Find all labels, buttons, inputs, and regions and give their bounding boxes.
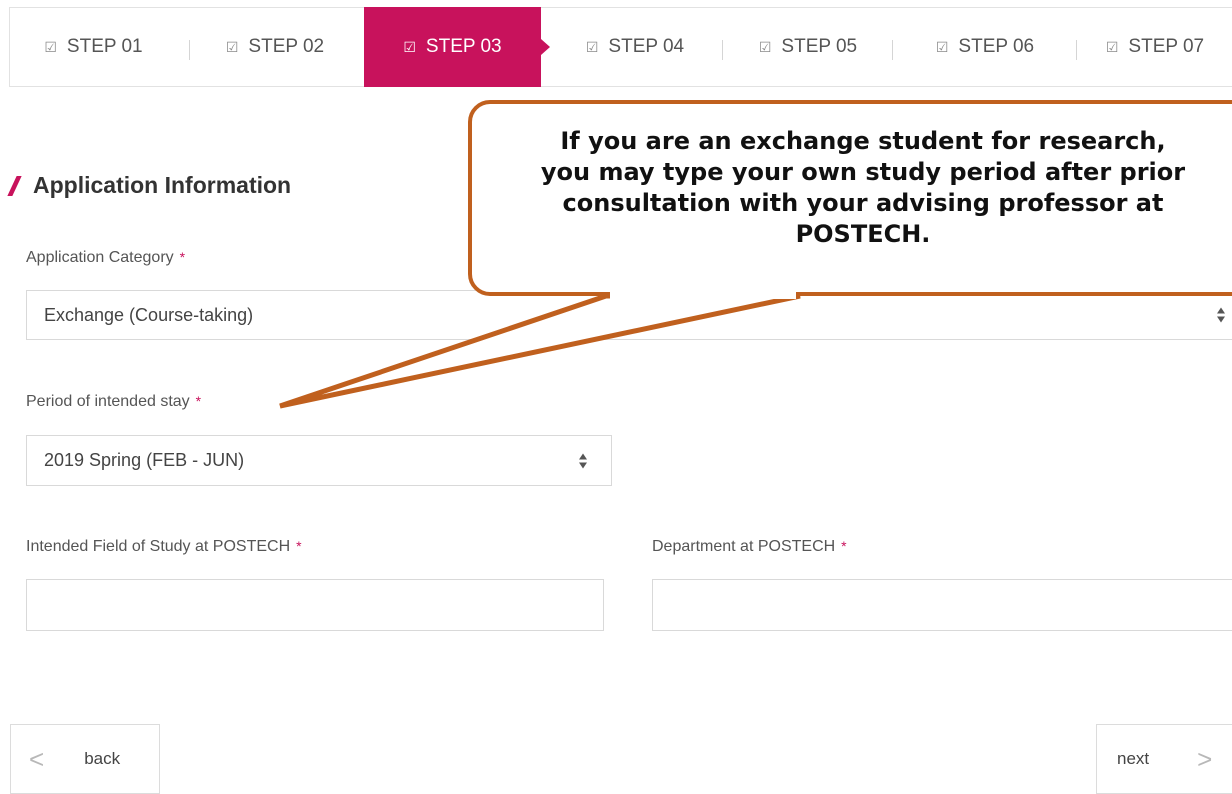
period-select[interactable]: 2019 Spring (FEB - JUN) <box>26 435 612 486</box>
section-title-text: Application Information <box>33 172 292 198</box>
department-input[interactable] <box>652 579 1232 631</box>
required-mark: * <box>841 538 847 554</box>
chevron-left-icon: < <box>29 743 45 774</box>
step-label: STEP 07 <box>1128 36 1205 57</box>
back-label: back <box>84 749 121 768</box>
check-icon: ☑ <box>585 38 599 55</box>
step-02[interactable]: ☑ STEP 02 <box>200 8 350 86</box>
steps-bar: ☑ STEP 01 ☑ STEP 02 ☑ STEP 03 ☑ STEP 04 … <box>9 7 1232 87</box>
next-label: next <box>1117 749 1150 768</box>
category-select[interactable]: Exchange (Course-taking) <box>26 290 1232 340</box>
field-of-study-label-text: Intended Field of Study at POSTECH <box>26 538 291 555</box>
step-divider <box>892 40 893 60</box>
step-01[interactable]: ☑ STEP 01 <box>10 8 177 86</box>
period-label-text: Period of intended stay <box>26 393 190 410</box>
step-05[interactable]: ☑ STEP 05 <box>728 8 888 86</box>
period-label: Period of intended stay * <box>26 393 201 411</box>
required-mark: * <box>179 249 186 265</box>
category-value: Exchange (Course-taking) <box>44 304 254 325</box>
step-divider <box>1076 40 1077 60</box>
step-label: STEP 04 <box>608 36 685 57</box>
field-of-study-input[interactable] <box>26 579 604 631</box>
step-label: STEP 01 <box>66 36 143 57</box>
department-label: Department at POSTECH * <box>652 538 847 556</box>
category-label: Application Category * <box>26 249 185 267</box>
check-icon: ☑ <box>1105 38 1119 55</box>
department-label-text: Department at POSTECH <box>652 538 836 555</box>
check-icon: ☑ <box>44 38 57 55</box>
back-button[interactable]: < back <box>10 724 160 794</box>
step-divider <box>189 40 190 60</box>
required-mark: * <box>195 393 202 409</box>
period-value: 2019 Spring (FEB - JUN) <box>44 450 245 470</box>
step-label: STEP 02 <box>248 36 325 57</box>
step-label: STEP 03 <box>425 36 502 57</box>
category-label-text: Application Category <box>26 249 174 266</box>
step-divider <box>722 40 723 60</box>
callout-text: If you are an exchange student for resea… <box>540 127 1186 248</box>
step-label: STEP 06 <box>958 36 1035 57</box>
chevron-right-icon: > <box>1197 743 1213 774</box>
select-arrows-icon <box>579 453 587 468</box>
check-icon: ☑ <box>225 38 239 55</box>
step-03[interactable]: ☑ STEP 03 <box>364 7 550 87</box>
next-button[interactable]: next > <box>1096 724 1232 794</box>
step-06[interactable]: ☑ STEP 06 <box>900 8 1070 86</box>
field-of-study-label: Intended Field of Study at POSTECH * <box>26 538 302 556</box>
step-label: STEP 05 <box>781 36 858 57</box>
check-icon: ☑ <box>935 38 949 55</box>
step-04[interactable]: ☑ STEP 04 <box>550 8 720 86</box>
step-07[interactable]: ☑ STEP 07 <box>1080 8 1230 86</box>
select-arrows-icon <box>1217 307 1225 323</box>
check-icon: ☑ <box>758 38 772 55</box>
required-mark: * <box>296 538 302 554</box>
check-icon: ☑ <box>403 38 416 55</box>
section-title: Application Information <box>7 172 292 199</box>
slash-icon <box>7 175 22 196</box>
